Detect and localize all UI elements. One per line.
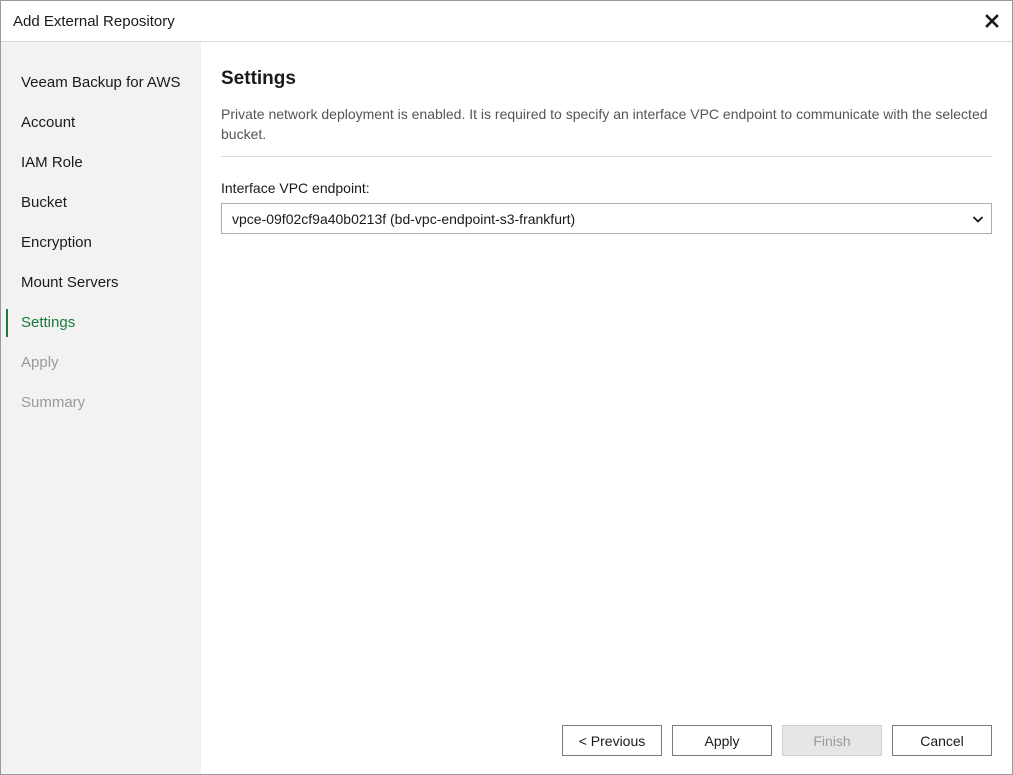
close-icon xyxy=(985,14,999,28)
section-divider xyxy=(221,156,992,157)
step-summary: Summary xyxy=(21,394,86,411)
previous-button[interactable]: < Previous xyxy=(562,725,662,756)
step-iam-role[interactable]: IAM Role xyxy=(1,148,201,178)
step-mount-servers[interactable]: Mount Servers xyxy=(1,268,201,298)
step-settings[interactable]: Settings xyxy=(1,308,201,338)
step-veeam-backup-for-aws[interactable]: Veeam Backup for AWS xyxy=(1,68,201,98)
apply-button[interactable]: Apply xyxy=(672,725,772,756)
title-bar: Add External Repository xyxy=(1,1,1012,42)
step-bucket[interactable]: Bucket xyxy=(1,188,201,218)
chevron-down-icon xyxy=(972,216,984,223)
step-account[interactable]: Account xyxy=(1,108,201,138)
vpc-endpoint-label: Interface VPC endpoint: xyxy=(221,180,370,196)
page-title: Settings xyxy=(221,68,296,89)
cancel-button[interactable]: Cancel xyxy=(892,725,992,756)
finish-button: Finish xyxy=(782,725,882,756)
page-description: Private network deployment is enabled. I… xyxy=(221,106,988,142)
close-button[interactable] xyxy=(980,9,1004,33)
vpc-endpoint-select[interactable]: vpce-09f02cf9a40b0213f (bd-vpc-endpoint-… xyxy=(221,203,992,234)
window-title: Add External Repository xyxy=(13,13,175,30)
step-apply: Apply xyxy=(21,354,59,371)
dialog-window: Add External Repository Veeam Backup for… xyxy=(0,0,1013,775)
step-encryption[interactable]: Encryption xyxy=(1,228,201,258)
vpc-endpoint-selected-value: vpce-09f02cf9a40b0213f (bd-vpc-endpoint-… xyxy=(232,211,576,227)
main-content: Settings Private network deployment is e… xyxy=(201,42,1012,774)
wizard-steps-sidebar: Veeam Backup for AWS Account IAM Role Bu… xyxy=(1,42,201,774)
